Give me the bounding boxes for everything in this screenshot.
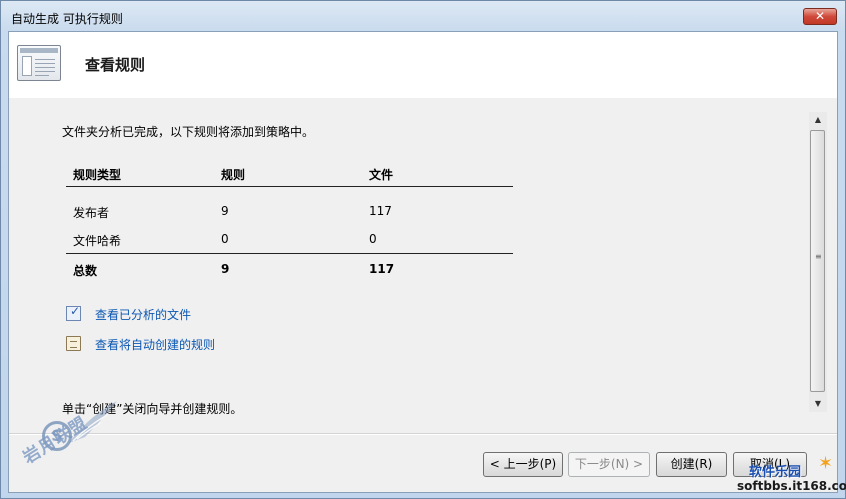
create-button[interactable]: 创建(R) — [656, 452, 727, 477]
window-title: 自动生成 可执行规则 — [11, 12, 123, 26]
table-row: 发布者 9 117 — [66, 197, 513, 225]
view-rules-label[interactable]: 查看将自动创建的规则 — [95, 336, 215, 353]
wizard-client-area: 查看规则 文件夹分析已完成，以下规则将添加到策略中。 规则类型 规则 文件 发布… — [8, 31, 838, 493]
close-icon: ✕ — [814, 9, 826, 23]
rule-type-cell: 发布者 — [73, 206, 110, 220]
wizard-header: 查看规则 — [9, 32, 837, 98]
table-row: 文件哈希 0 0 — [66, 225, 513, 253]
grip-icon: ≡ — [815, 252, 822, 261]
file-count-cell: 0 — [369, 232, 377, 246]
column-header-rules: 规则 — [221, 168, 246, 182]
watermark-left: S 岩月联盟 — [9, 399, 129, 495]
scroll-down-icon[interactable]: ▼ — [809, 396, 827, 412]
vertical-scrollbar[interactable]: ▲ ≡ ▼ — [809, 112, 827, 412]
scroll-thumb[interactable]: ≡ — [810, 130, 825, 392]
next-button[interactable]: 下一步(N) > — [568, 452, 650, 477]
watermark-right-logo: 软件乐园 — [749, 465, 802, 480]
title-bar[interactable]: 自动生成 可执行规则 ✕ — [1, 1, 845, 31]
close-button[interactable]: ✕ — [803, 8, 837, 25]
rules-page-icon — [17, 45, 61, 81]
star-icon: ✶ — [818, 453, 834, 474]
document-icon — [66, 336, 81, 351]
checklist-icon — [66, 304, 81, 321]
back-button[interactable]: < 上一步(P) — [483, 452, 563, 477]
total-files: 117 — [369, 262, 395, 276]
total-label: 总数 — [73, 264, 98, 278]
page-title: 查看规则 — [85, 56, 146, 74]
table-total-row: 总数 9 117 — [66, 254, 513, 282]
view-analyzed-files-label[interactable]: 查看已分析的文件 — [95, 306, 191, 323]
table-header-row: 规则类型 规则 文件 — [66, 158, 513, 186]
wizard-window: 自动生成 可执行规则 ✕ 查看规则 文件夹分析已完成，以下规则将添加到策略中。 … — [0, 0, 846, 499]
rule-type-cell: 文件哈希 — [73, 234, 122, 248]
column-header-files: 文件 — [369, 168, 394, 182]
rule-count-cell: 0 — [221, 232, 229, 246]
scroll-up-icon[interactable]: ▲ — [809, 112, 827, 128]
rules-summary-table: 规则类型 规则 文件 发布者 9 117 文件哈希 0 0 总数 9 117 — [66, 158, 513, 282]
wizard-content: 文件夹分析已完成，以下规则将添加到策略中。 规则类型 规则 文件 发布者 9 1… — [9, 98, 809, 434]
intro-text: 文件夹分析已完成，以下规则将添加到策略中。 — [62, 125, 315, 139]
column-header-rule-type: 规则类型 — [73, 168, 122, 182]
total-rules: 9 — [221, 262, 230, 276]
file-count-cell: 117 — [369, 204, 392, 218]
watermark-right-url: softbbs.it168.com — [737, 479, 846, 493]
rule-count-cell: 9 — [221, 204, 229, 218]
